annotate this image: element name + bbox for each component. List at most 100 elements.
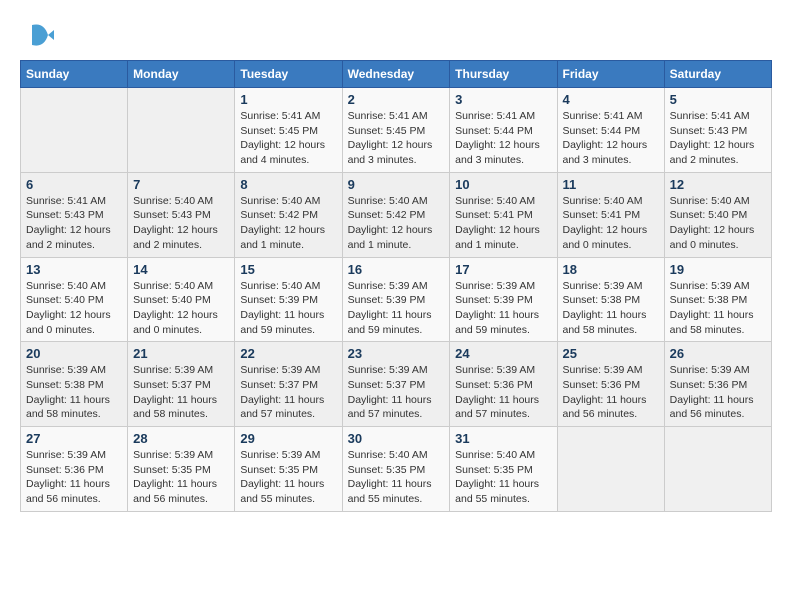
day-cell: 18 Sunrise: 5:39 AM Sunset: 5:38 PM Dayli… — [557, 257, 664, 342]
day-cell: 14 Sunrise: 5:40 AM Sunset: 5:40 PM Dayli… — [128, 257, 235, 342]
day-cell: 24Sunrise: 5:39 AM Sunset: 5:36 PM Dayli… — [450, 342, 557, 427]
day-number: 22 — [240, 346, 336, 361]
day-cell: 4 Sunrise: 5:41 AM Sunset: 5:44 PM Daylig… — [557, 88, 664, 173]
day-number: 8 — [240, 177, 336, 192]
day-number: 16 — [348, 262, 445, 277]
day-info: Sunrise: 5:41 AM Sunset: 5:44 PM Dayligh… — [455, 109, 551, 168]
day-number: 31 — [455, 431, 551, 446]
day-number: 1 — [240, 92, 336, 107]
week-row-1: 1 Sunrise: 5:41 AM Sunset: 5:45 PM Daylig… — [21, 88, 772, 173]
day-cell: 28 Sunrise: 5:39 AM Sunset: 5:35 PM Dayli… — [128, 427, 235, 512]
day-cell: 22 Sunrise: 5:39 AM Sunset: 5:37 PM Dayli… — [235, 342, 342, 427]
day-cell — [128, 88, 235, 173]
day-info: Sunrise: 5:41 AM Sunset: 5:43 PM Dayligh… — [670, 109, 766, 168]
day-number: 3 — [455, 92, 551, 107]
day-info: Sunrise: 5:40 AM Sunset: 5:39 PM Dayligh… — [240, 279, 336, 338]
day-info: Sunrise: 5:39 AM Sunset: 5:35 PM Dayligh… — [133, 448, 229, 507]
day-number: 4 — [563, 92, 659, 107]
day-number: 17 — [455, 262, 551, 277]
day-info: Sunrise: 5:40 AM Sunset: 5:41 PM Dayligh… — [455, 194, 551, 253]
day-info: Sunrise: 5:40 AM Sunset: 5:40 PM Dayligh… — [133, 279, 229, 338]
day-cell: 27 Sunrise: 5:39 AM Sunset: 5:36 PM Dayli… — [21, 427, 128, 512]
day-number: 25 — [563, 346, 659, 361]
header — [20, 20, 772, 50]
day-info: Sunrise: 5:40 AM Sunset: 5:42 PM Dayligh… — [240, 194, 336, 253]
day-number: 6 — [26, 177, 122, 192]
header-tuesday: Tuesday — [235, 61, 342, 88]
day-cell: 10 Sunrise: 5:40 AM Sunset: 5:41 PM Dayli… — [450, 172, 557, 257]
day-cell — [557, 427, 664, 512]
day-cell: 30Sunrise: 5:40 AM Sunset: 5:35 PM Dayli… — [342, 427, 450, 512]
day-info: Sunrise: 5:39 AM Sunset: 5:36 PM Dayligh… — [26, 448, 122, 507]
day-info: Sunrise: 5:39 AM Sunset: 5:39 PM Dayligh… — [455, 279, 551, 338]
day-cell: 21 Sunrise: 5:39 AM Sunset: 5:37 PM Dayli… — [128, 342, 235, 427]
day-info: Sunrise: 5:39 AM Sunset: 5:37 PM Dayligh… — [348, 363, 445, 422]
day-info: Sunrise: 5:39 AM Sunset: 5:35 PM Dayligh… — [240, 448, 336, 507]
day-number: 14 — [133, 262, 229, 277]
day-info: Sunrise: 5:41 AM Sunset: 5:43 PM Dayligh… — [26, 194, 122, 253]
day-number: 27 — [26, 431, 122, 446]
header-monday: Monday — [128, 61, 235, 88]
day-info: Sunrise: 5:40 AM Sunset: 5:42 PM Dayligh… — [348, 194, 445, 253]
day-number: 11 — [563, 177, 659, 192]
calendar-table: SundayMondayTuesdayWednesdayThursdayFrid… — [20, 60, 772, 512]
week-row-5: 27 Sunrise: 5:39 AM Sunset: 5:36 PM Dayli… — [21, 427, 772, 512]
day-info: Sunrise: 5:39 AM Sunset: 5:38 PM Dayligh… — [563, 279, 659, 338]
day-cell: 29 Sunrise: 5:39 AM Sunset: 5:35 PM Dayli… — [235, 427, 342, 512]
day-number: 7 — [133, 177, 229, 192]
day-info: Sunrise: 5:40 AM Sunset: 5:41 PM Dayligh… — [563, 194, 659, 253]
day-info: Sunrise: 5:39 AM Sunset: 5:36 PM Dayligh… — [670, 363, 766, 422]
day-cell: 3 Sunrise: 5:41 AM Sunset: 5:44 PM Daylig… — [450, 88, 557, 173]
day-number: 9 — [348, 177, 445, 192]
day-number: 24 — [455, 346, 551, 361]
day-number: 19 — [670, 262, 766, 277]
day-number: 29 — [240, 431, 336, 446]
day-info: Sunrise: 5:40 AM Sunset: 5:43 PM Dayligh… — [133, 194, 229, 253]
day-number: 10 — [455, 177, 551, 192]
day-info: Sunrise: 5:40 AM Sunset: 5:40 PM Dayligh… — [670, 194, 766, 253]
header-friday: Friday — [557, 61, 664, 88]
day-cell: 5Sunrise: 5:41 AM Sunset: 5:43 PM Daylig… — [664, 88, 771, 173]
day-cell: 7 Sunrise: 5:40 AM Sunset: 5:43 PM Daylig… — [128, 172, 235, 257]
day-cell: 20Sunrise: 5:39 AM Sunset: 5:38 PM Dayli… — [21, 342, 128, 427]
day-info: Sunrise: 5:39 AM Sunset: 5:36 PM Dayligh… — [563, 363, 659, 422]
day-cell: 23Sunrise: 5:39 AM Sunset: 5:37 PM Dayli… — [342, 342, 450, 427]
day-number: 21 — [133, 346, 229, 361]
day-number: 13 — [26, 262, 122, 277]
day-info: Sunrise: 5:40 AM Sunset: 5:35 PM Dayligh… — [455, 448, 551, 507]
day-info: Sunrise: 5:41 AM Sunset: 5:45 PM Dayligh… — [240, 109, 336, 168]
day-number: 18 — [563, 262, 659, 277]
logo-icon — [24, 20, 54, 50]
header-sunday: Sunday — [21, 61, 128, 88]
day-cell: 13 Sunrise: 5:40 AM Sunset: 5:40 PM Dayli… — [21, 257, 128, 342]
day-cell: 19Sunrise: 5:39 AM Sunset: 5:38 PM Dayli… — [664, 257, 771, 342]
day-number: 15 — [240, 262, 336, 277]
day-info: Sunrise: 5:39 AM Sunset: 5:39 PM Dayligh… — [348, 279, 445, 338]
day-info: Sunrise: 5:39 AM Sunset: 5:37 PM Dayligh… — [133, 363, 229, 422]
day-cell: 16 Sunrise: 5:39 AM Sunset: 5:39 PM Dayli… — [342, 257, 450, 342]
day-cell: 6 Sunrise: 5:41 AM Sunset: 5:43 PM Daylig… — [21, 172, 128, 257]
header-wednesday: Wednesday — [342, 61, 450, 88]
header-thursday: Thursday — [450, 61, 557, 88]
day-cell: 1 Sunrise: 5:41 AM Sunset: 5:45 PM Daylig… — [235, 88, 342, 173]
day-number: 28 — [133, 431, 229, 446]
week-row-3: 13 Sunrise: 5:40 AM Sunset: 5:40 PM Dayli… — [21, 257, 772, 342]
day-cell: 25 Sunrise: 5:39 AM Sunset: 5:36 PM Dayli… — [557, 342, 664, 427]
day-cell: 31 Sunrise: 5:40 AM Sunset: 5:35 PM Dayli… — [450, 427, 557, 512]
day-cell: 8 Sunrise: 5:40 AM Sunset: 5:42 PM Daylig… — [235, 172, 342, 257]
day-number: 2 — [348, 92, 445, 107]
day-cell — [21, 88, 128, 173]
day-number: 12 — [670, 177, 766, 192]
calendar-header: SundayMondayTuesdayWednesdayThursdayFrid… — [21, 61, 772, 88]
day-number: 20 — [26, 346, 122, 361]
day-number: 26 — [670, 346, 766, 361]
day-info: Sunrise: 5:40 AM Sunset: 5:40 PM Dayligh… — [26, 279, 122, 338]
day-cell: 17 Sunrise: 5:39 AM Sunset: 5:39 PM Dayli… — [450, 257, 557, 342]
day-info: Sunrise: 5:39 AM Sunset: 5:37 PM Dayligh… — [240, 363, 336, 422]
day-cell: 12 Sunrise: 5:40 AM Sunset: 5:40 PM Dayli… — [664, 172, 771, 257]
day-cell: 9 Sunrise: 5:40 AM Sunset: 5:42 PM Daylig… — [342, 172, 450, 257]
week-row-2: 6 Sunrise: 5:41 AM Sunset: 5:43 PM Daylig… — [21, 172, 772, 257]
day-number: 30 — [348, 431, 445, 446]
day-info: Sunrise: 5:41 AM Sunset: 5:44 PM Dayligh… — [563, 109, 659, 168]
calendar-body: 1 Sunrise: 5:41 AM Sunset: 5:45 PM Daylig… — [21, 88, 772, 512]
